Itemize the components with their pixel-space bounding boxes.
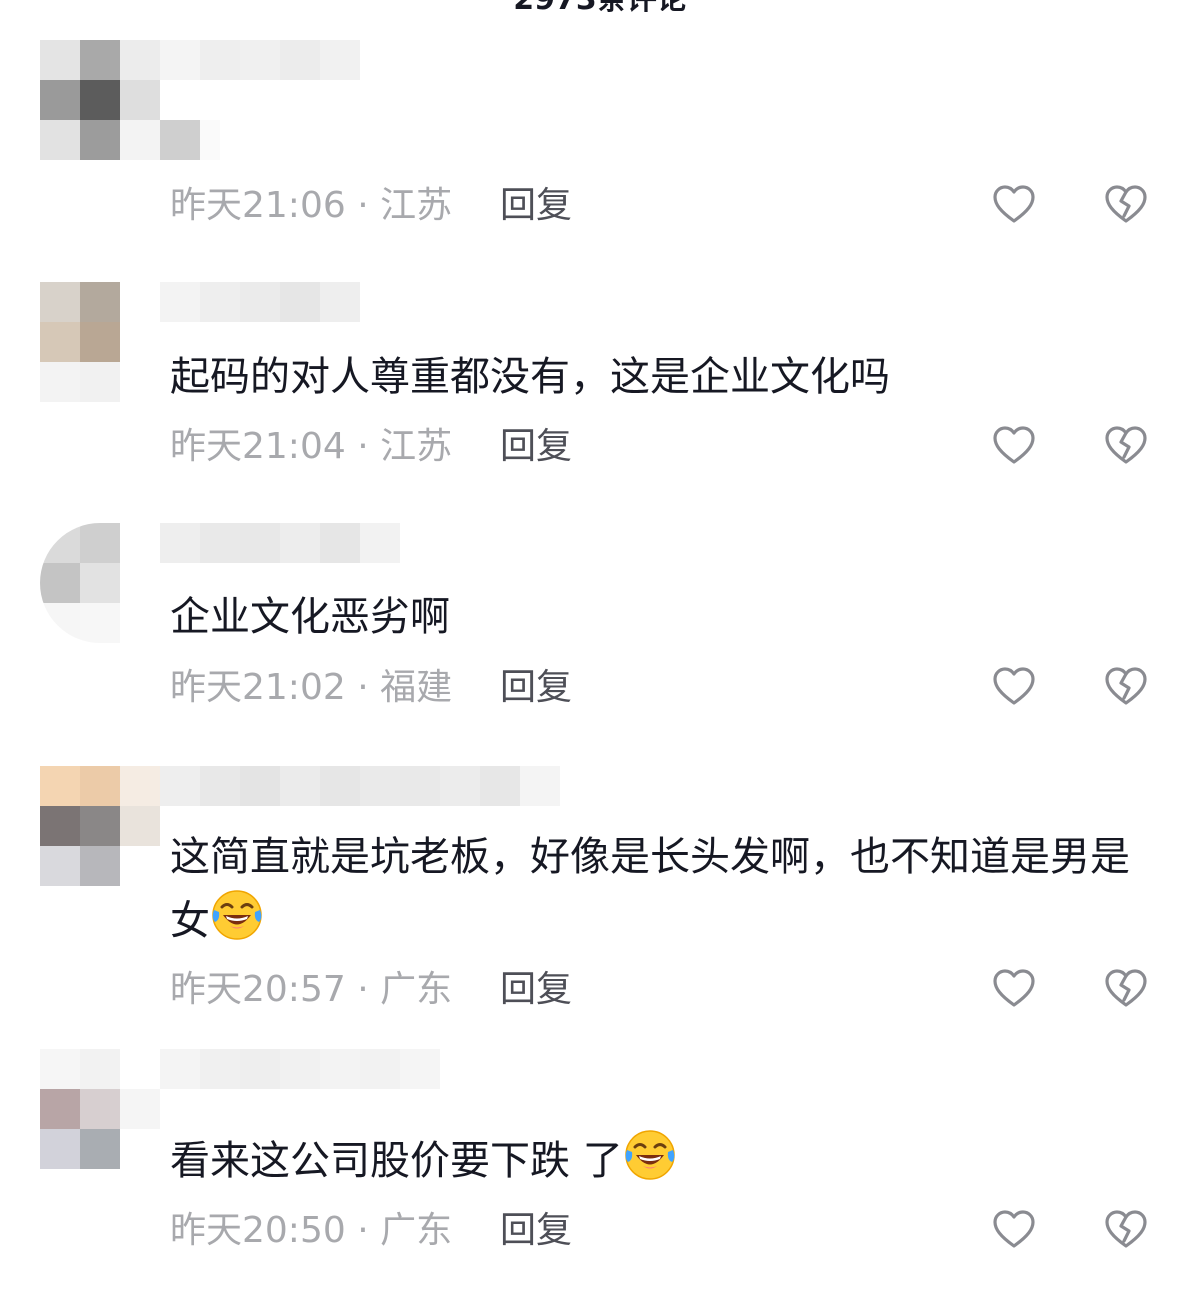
reply-button[interactable]: 回复	[500, 968, 572, 1012]
rofl-emoji	[210, 888, 264, 942]
comment-time: 昨天21:06	[170, 185, 346, 226]
username[interactable]	[160, 523, 400, 563]
meta-separator: ·	[345, 185, 381, 226]
avatar[interactable]	[40, 766, 160, 886]
username[interactable]	[160, 40, 360, 80]
rofl-emoji	[623, 1128, 677, 1182]
comment-time: 昨天20:57	[170, 969, 346, 1010]
reply-button[interactable]: 回复	[500, 666, 572, 710]
comment-time: 昨天21:04	[170, 426, 346, 467]
avatar[interactable]	[40, 1049, 160, 1169]
comment-text: 起码的对人尊重都没有，这是企业文化吗	[170, 354, 890, 400]
comment-text: 这简直就是坑老板，好像是长头发啊，也不知道是男是女	[170, 826, 1160, 952]
comment-location: 江苏	[380, 426, 453, 467]
heart-icon[interactable]	[992, 183, 1036, 227]
comment-location: 广东	[380, 969, 453, 1010]
meta-separator: ·	[345, 667, 381, 708]
broken-heart-icon[interactable]	[1104, 967, 1148, 1011]
username-extra	[160, 120, 220, 160]
username[interactable]	[160, 282, 360, 322]
broken-heart-icon[interactable]	[1104, 424, 1148, 468]
username[interactable]	[160, 1049, 440, 1089]
heart-icon[interactable]	[992, 665, 1036, 709]
avatar[interactable]	[40, 523, 160, 643]
comment-meta: 昨天21:02 · 福建 回复	[170, 666, 572, 710]
comment-location: 江苏	[380, 185, 453, 226]
comment-text-content: 这简直就是坑老板，好像是长头发啊，也不知道是男是女	[170, 834, 1130, 944]
username[interactable]	[160, 766, 560, 806]
heart-icon[interactable]	[992, 424, 1036, 468]
comment-text-content: 看来这公司股价要下跌 了	[170, 1138, 623, 1184]
comment-meta: 昨天21:04 · 江苏 回复	[170, 425, 572, 469]
comment-location: 广东	[380, 1210, 453, 1251]
comment-location: 福建	[380, 667, 453, 708]
comment-time: 昨天21:02	[170, 667, 346, 708]
meta-separator: ·	[345, 969, 381, 1010]
avatar[interactable]	[40, 40, 160, 160]
reply-button[interactable]: 回复	[500, 1209, 572, 1253]
heart-icon[interactable]	[992, 1208, 1036, 1252]
comment-text: 企业文化恶劣啊	[170, 594, 450, 640]
comment-count-title: 2973条评论	[0, 0, 1200, 18]
broken-heart-icon[interactable]	[1104, 665, 1148, 709]
broken-heart-icon[interactable]	[1104, 1208, 1148, 1252]
reply-button[interactable]: 回复	[500, 425, 572, 469]
comment-time: 昨天20:50	[170, 1210, 346, 1251]
comment-text: 看来这公司股价要下跌 了	[170, 1128, 1160, 1192]
broken-heart-icon[interactable]	[1104, 183, 1148, 227]
avatar[interactable]	[40, 282, 160, 402]
comment-meta: 昨天20:57 · 广东 回复	[170, 968, 572, 1012]
comment-meta: 昨天20:50 · 广东 回复	[170, 1209, 572, 1253]
meta-separator: ·	[345, 426, 381, 467]
meta-separator: ·	[345, 1210, 381, 1251]
reply-button[interactable]: 回复	[500, 184, 572, 228]
comment-meta: 昨天21:06 · 江苏 回复	[170, 184, 572, 228]
heart-icon[interactable]	[992, 967, 1036, 1011]
